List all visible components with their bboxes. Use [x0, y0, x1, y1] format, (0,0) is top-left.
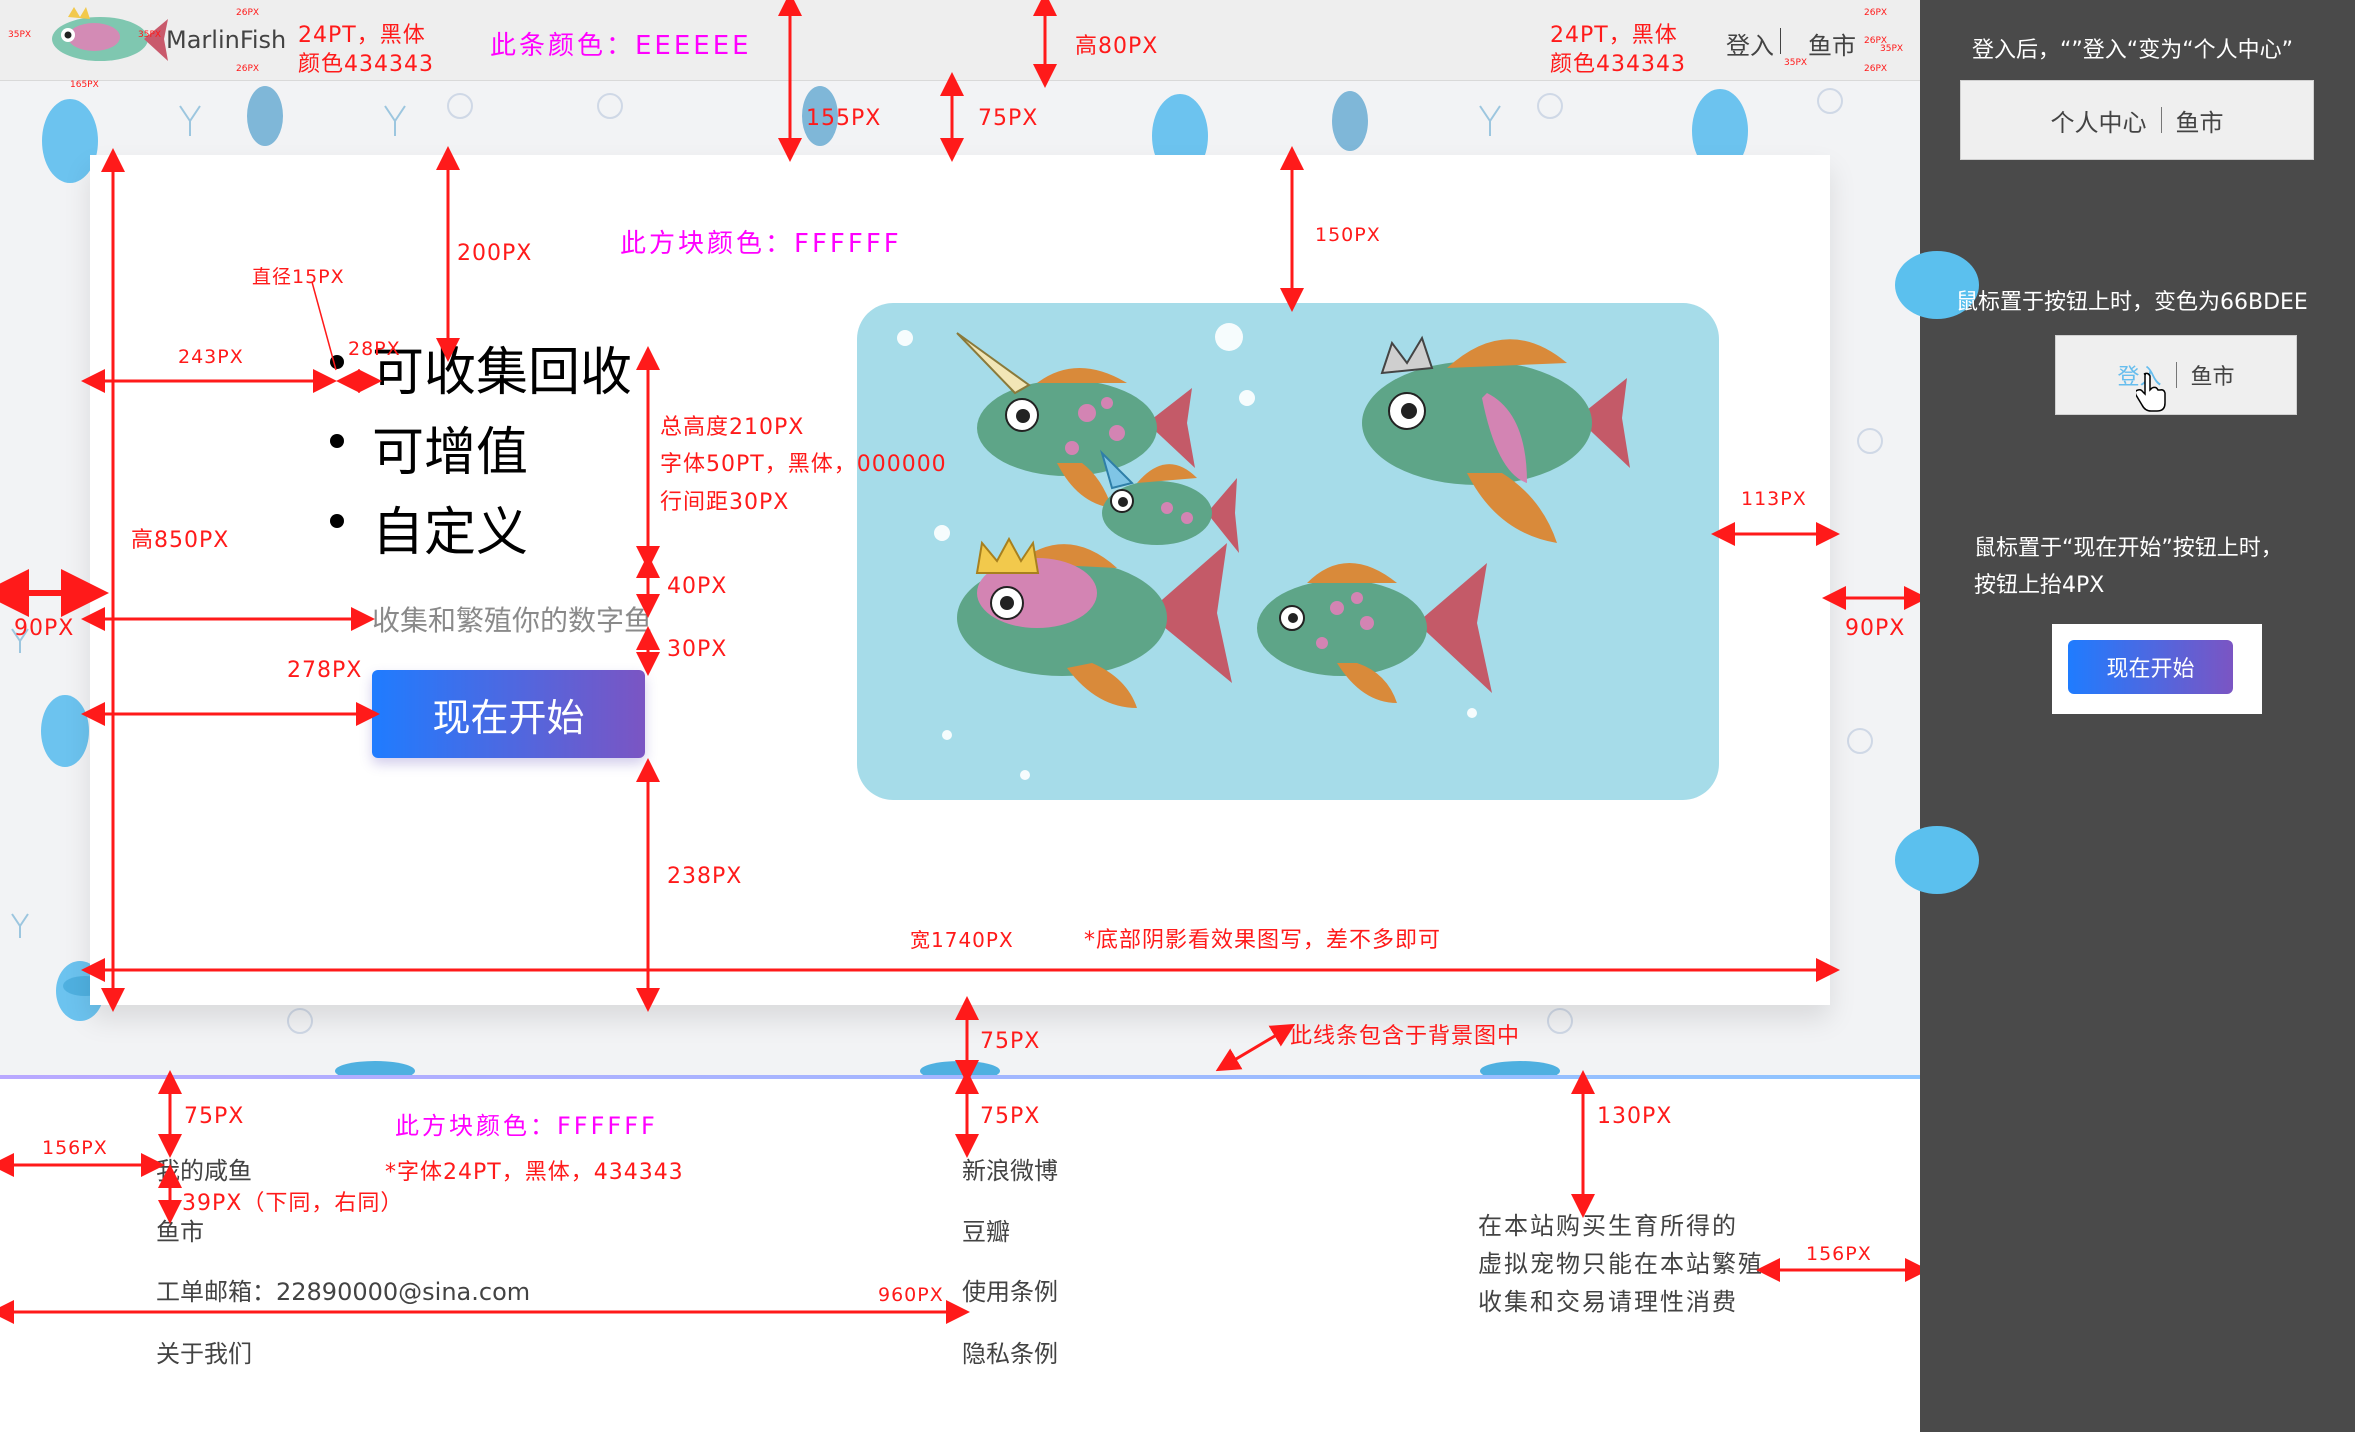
dim-90-right: 90PX	[1845, 616, 1906, 641]
hover-nav-demo: 登入 鱼市	[2055, 335, 2297, 415]
dim-238: 238PX	[667, 864, 743, 889]
dim-278: 278PX	[287, 658, 363, 683]
design-canvas: MarlinFish 24PT，黑体 颜色434343 此条颜色：EEEEEE …	[0, 0, 1920, 1432]
note-start-hover-2: 按钮上抬4PX	[1974, 573, 2105, 598]
note-start-hover-1: 鼠标置于“现在开始”按钮上时，	[1974, 536, 2283, 561]
dot-diameter-note: 直径15PX	[252, 266, 345, 288]
dim-130: 130PX	[1597, 1104, 1673, 1129]
nav-divider	[2175, 362, 2177, 388]
measurement-overlay	[0, 0, 1920, 1324]
footer-font-note: *字体24PT，黑体，434343	[385, 1160, 684, 1185]
dim-90-left: 90PX	[14, 616, 75, 641]
text-block-note-3: 行间距30PX	[660, 490, 790, 515]
footer-color-note: 此方块颜色：FFFFFF	[395, 1112, 658, 1140]
leader-line	[311, 281, 337, 371]
width-1740-note: 宽1740PX	[910, 928, 1014, 952]
market-label-2[interactable]: 鱼市	[2191, 359, 2235, 391]
interaction-notes-panel: 登入后，“”登入“变为“个人中心” 个人中心 鱼市 鼠标置于按钮上时，变色为66…	[1895, 0, 2355, 1432]
dim-28: 28PX	[348, 338, 401, 360]
dim-113: 113PX	[1741, 488, 1807, 510]
dim-40: 40PX	[667, 574, 728, 599]
dim-155: 155PX	[806, 106, 882, 131]
text-block-note-1: 总高度210PX	[660, 415, 805, 440]
start-button-demo[interactable]: 现在开始	[2068, 640, 2233, 694]
dim-39-note: 39PX（下同，右同）	[182, 1191, 404, 1216]
text-block-note-2: 字体50PT，黑体，000000	[660, 452, 947, 477]
dim-243: 243PX	[178, 346, 244, 368]
dim-156-left: 156PX	[42, 1137, 108, 1159]
dim-30: 30PX	[667, 637, 728, 662]
nav-divider	[2160, 107, 2162, 133]
dim-960: 960PX	[878, 1284, 944, 1306]
shadow-note: *底部阴影看效果图写，差不多即可	[1084, 928, 1442, 953]
dim-150: 150PX	[1315, 224, 1381, 246]
personal-center-label[interactable]: 个人中心	[2051, 103, 2147, 138]
height-850-note: 高850PX	[131, 528, 230, 553]
dim-75-mid: 75PX	[980, 1029, 1041, 1054]
note-hover-color: 鼠标置于按钮上时，变色为66BDEE	[1956, 290, 2308, 315]
market-label[interactable]: 鱼市	[2176, 103, 2224, 138]
bg-line-note: 此线条包含于背景图中	[1290, 1024, 1521, 1049]
logged-in-nav-demo: 个人中心 鱼市	[1960, 80, 2314, 160]
shell-decoration-icon	[1895, 826, 1979, 894]
dim-200: 200PX	[457, 241, 533, 266]
note-after-login: 登入后，“”登入“变为“个人中心”	[1972, 38, 2293, 63]
dim-156-right: 156PX	[1806, 1243, 1872, 1265]
dim-75-top: 75PX	[978, 106, 1039, 131]
dim-75-footer-mid: 75PX	[980, 1104, 1041, 1129]
hand-cursor-icon	[2136, 372, 2166, 412]
dim-75-footer-left: 75PX	[184, 1104, 245, 1129]
